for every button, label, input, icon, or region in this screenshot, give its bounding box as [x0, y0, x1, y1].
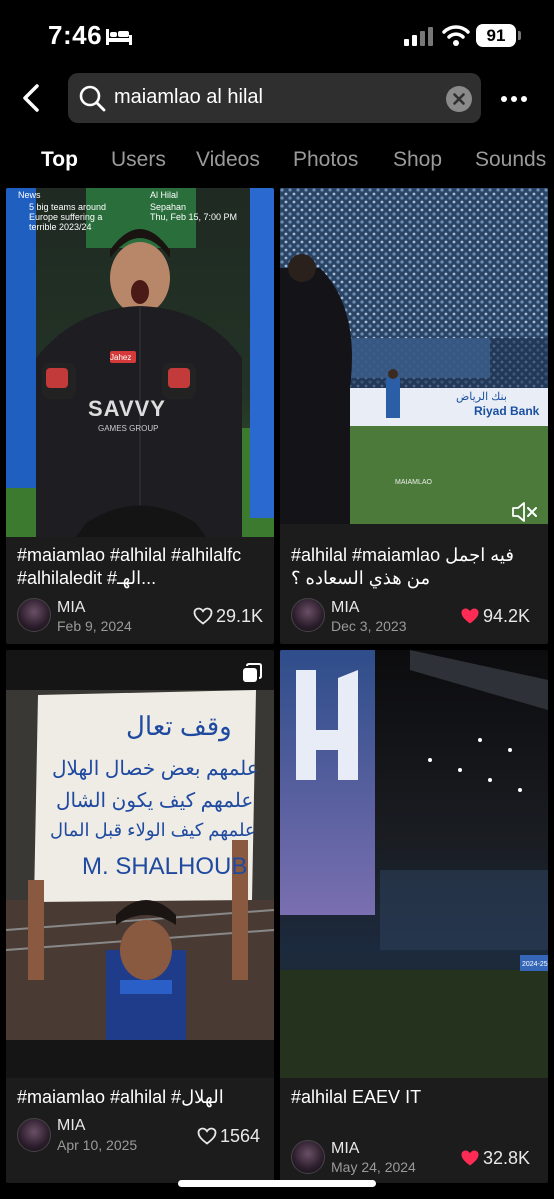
search-query: maiamlao al hilal	[114, 86, 263, 108]
news-headline: 5 big teams around Europe suffering a te…	[29, 202, 107, 232]
sign-line-1: وقف تعال	[126, 711, 232, 741]
heart-filled-icon[interactable]	[460, 607, 480, 625]
photo-thumbnail[interactable]: وقف تعال علمهم بعض خصال الهلال علمهم كيف…	[6, 650, 274, 1078]
like-count: 94.2K	[483, 606, 531, 626]
sign-name: M. SHALHOUB	[82, 853, 248, 880]
photo-caption: #maiamlao #alhilal #الهلال	[17, 1087, 224, 1107]
tab-users[interactable]: Users	[111, 148, 166, 172]
heart-filled-icon[interactable]	[460, 1149, 480, 1167]
watermark: MAIAMLAO	[395, 479, 432, 486]
cellular-signal-icon	[404, 27, 433, 46]
clear-search-icon[interactable]	[446, 86, 472, 112]
video-thumbnail[interactable]: News 5 big teams around Europe suffering…	[6, 188, 274, 537]
avatar[interactable]	[17, 598, 51, 632]
stadium-image	[280, 188, 548, 524]
back-chevron-icon[interactable]	[20, 83, 44, 113]
tab-top[interactable]: Top	[41, 148, 78, 172]
tab-shop[interactable]: Shop	[393, 148, 442, 172]
author-name[interactable]: MIA	[57, 1117, 85, 1135]
more-options-icon[interactable]	[500, 95, 528, 103]
match-date: Thu, Feb 15, 7:00 PM	[150, 212, 238, 222]
banner-english: Riyad Bank	[474, 404, 540, 418]
battery-level: 91	[476, 24, 516, 47]
wifi-icon	[442, 25, 470, 46]
result-card[interactable]: News 5 big teams around Europe suffering…	[6, 188, 274, 644]
search-input[interactable]: maiamlao al hilal	[68, 73, 481, 123]
muted-sound-icon[interactable]	[510, 500, 538, 524]
status-bar: 7:46 91	[0, 0, 554, 70]
sign-line-4: علمهم كيف الولاء قبل المال	[50, 820, 256, 840]
avatar[interactable]	[17, 1118, 51, 1152]
sleep-focus-icon	[106, 29, 132, 45]
video-thumbnail[interactable]: بنك الرياض Riyad Bank MAIAMLAO	[280, 188, 548, 524]
search-icon	[79, 85, 106, 112]
photo-carousel-icon	[243, 663, 262, 682]
banner-arabic: بنك الرياض	[456, 391, 507, 403]
search-tabs: Top Users Videos Photos Shop Sounds	[0, 140, 554, 184]
video-caption: #maiamlao #alhilal #alhilalfc #alhilaled…	[17, 545, 242, 588]
like-count: 1564	[220, 1126, 261, 1146]
video-caption: #alhilal EAEV IT	[291, 1087, 422, 1107]
heart-outline-icon[interactable]	[197, 1127, 217, 1145]
shirt-sponsor-sub: GAMES GROUP	[98, 424, 159, 433]
post-date: Apr 10, 2025	[57, 1137, 138, 1153]
video-thumbnail[interactable]: 2024-25	[280, 650, 548, 1078]
screen-text: 2024-25	[522, 961, 548, 968]
tab-photos[interactable]: Photos	[293, 148, 358, 172]
post-date: Dec 3, 2023	[331, 618, 407, 634]
avatar[interactable]	[291, 1140, 325, 1174]
avatar[interactable]	[291, 598, 325, 632]
tab-videos[interactable]: Videos	[196, 148, 260, 172]
match-away-team: Sepahan	[150, 202, 187, 212]
like-count: 32.8K	[483, 1148, 531, 1168]
sign-line-2: علمهم بعض خصال الهلال	[52, 758, 259, 780]
heart-outline-icon[interactable]	[193, 607, 213, 625]
like-count: 29.1K	[216, 606, 264, 626]
battery-tip	[518, 31, 521, 40]
home-indicator[interactable]	[178, 1180, 376, 1187]
tab-sounds[interactable]: Sounds	[475, 148, 546, 172]
status-time: 7:46	[48, 20, 103, 50]
result-card[interactable]: 2024-25 #alhilal EAEV IT MIA May 24, 202…	[280, 650, 548, 1183]
author-name[interactable]: MIA	[331, 599, 359, 617]
shirt-sponsor: SAVVY	[88, 396, 166, 421]
result-card[interactable]: بنك الرياض Riyad Bank MAIAMLAO #alhilal …	[280, 188, 548, 644]
post-date: Feb 9, 2024	[57, 618, 132, 634]
goalkeeper-celebration-image	[6, 188, 274, 537]
match-home-team: Al Hilal	[150, 190, 179, 200]
sleeve-sponsor: Jahez	[110, 353, 132, 362]
post-date: May 24, 2024	[331, 1159, 416, 1175]
author-name[interactable]: MIA	[57, 599, 85, 617]
stadium-night-image	[280, 650, 548, 1078]
video-caption: #alhilal #maiamlao فيه اجمل من هذي السعا…	[291, 545, 514, 588]
news-source: News	[18, 190, 41, 200]
sign-line-3: علمهم كيف يكون الشال	[56, 790, 254, 812]
author-name[interactable]: MIA	[331, 1140, 359, 1158]
result-card[interactable]: وقف تعال علمهم بعض خصال الهلال علمهم كيف…	[6, 650, 274, 1183]
